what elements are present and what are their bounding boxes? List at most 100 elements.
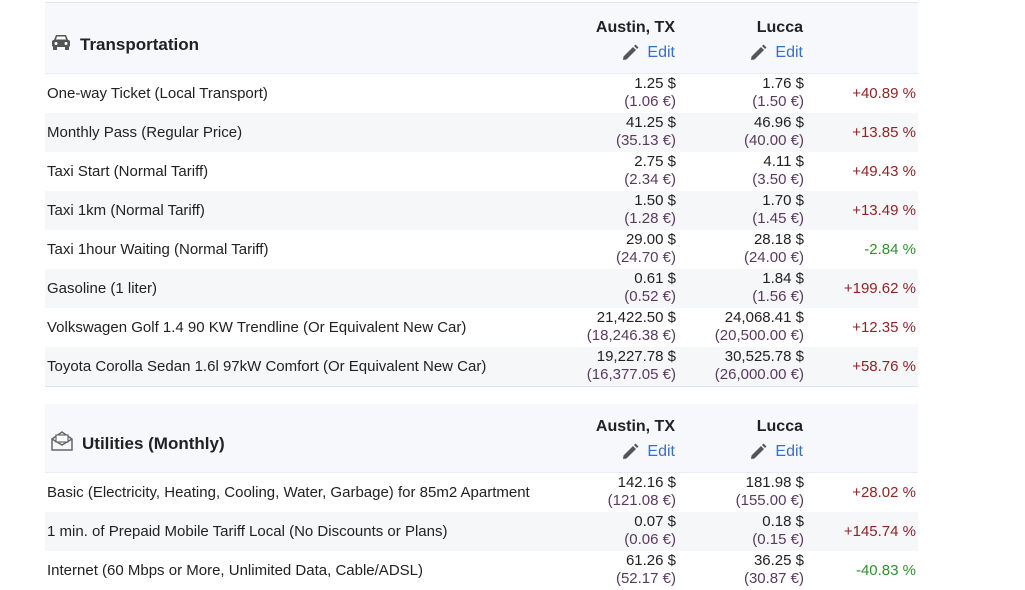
price-eur: (0.52 €): [624, 288, 676, 305]
difference-percent: +58.76 %: [852, 358, 916, 375]
price-eur: (26,000.00 €): [714, 366, 804, 383]
city2-price: 30,525.78 $ (26,000.00 €): [684, 348, 804, 384]
difference-percent: +199.62 %: [843, 280, 916, 297]
edit-city2-button[interactable]: Edit: [663, 44, 803, 62]
city2-price: 24,068.41 $ (20,500.00 €): [684, 309, 804, 345]
city1-price: 1.25 $ (1.06 €): [556, 75, 676, 111]
price-usd: 1.84 $: [762, 270, 804, 287]
pencil-icon: [621, 443, 639, 461]
item-label: Monthly Pass (Regular Price): [47, 124, 243, 141]
table-row: Gasoline (1 liter) 0.61 $ (0.52 €) 1.84 $ (1…: [45, 269, 918, 308]
edit-city2-button[interactable]: Edit: [663, 443, 803, 461]
section-transportation: Transportation Austin, TX Lucca Edit Edi…: [45, 3, 918, 386]
price-eur: (16,377.05 €): [586, 366, 676, 383]
table-row: Volkswagen Golf 1.4 90 KW Trendline (Or …: [45, 308, 918, 347]
price-usd: 1.76 $: [762, 75, 804, 92]
price-usd: 21,422.50 $: [596, 309, 676, 326]
section-title: Utilities (Monthly): [50, 430, 225, 457]
table-row: Toyota Corolla Sedan 1.6l 97kW Comfort (…: [45, 347, 918, 386]
item-label: Toyota Corolla Sedan 1.6l 97kW Comfort (…: [47, 358, 487, 375]
city2-price: 0.18 $ (0.15 €): [684, 513, 804, 549]
price-usd: 30,525.78 $: [724, 348, 804, 365]
table-row: Internet (60 Mbps or More, Unlimited Dat…: [45, 551, 918, 590]
price-usd: 4.11 $: [763, 153, 804, 170]
city2-price: 181.98 $ (155.00 €): [684, 474, 804, 510]
price-eur: (52.17 €): [615, 570, 676, 587]
section-title: Transportation: [50, 33, 199, 56]
difference-percent: +49.43 %: [852, 163, 916, 180]
table-row: Taxi Start (Normal Tariff) 2.75 $ (2.34 €)…: [45, 152, 918, 191]
price-eur: (1.45 €): [752, 210, 804, 227]
section-header: Transportation Austin, TX Lucca Edit Edi…: [45, 3, 918, 74]
city1-price: 0.07 $ (0.06 €): [556, 513, 676, 549]
price-eur: (1.50 €): [752, 93, 804, 110]
section-rows: Basic (Electricity, Heating, Cooling, Wa…: [45, 473, 918, 590]
city2-price: 1.84 $ (1.56 €): [684, 270, 804, 306]
price-eur: (1.28 €): [624, 210, 676, 227]
price-usd: 36.25 $: [753, 552, 804, 569]
section-title-text: Utilities (Monthly): [82, 433, 225, 453]
edit-city1-button[interactable]: Edit: [535, 44, 675, 62]
pencil-icon: [749, 44, 767, 62]
city1-price: 21,422.50 $ (18,246.38 €): [556, 309, 676, 345]
price-usd: 61.26 $: [625, 552, 676, 569]
item-label: Taxi 1km (Normal Tariff): [47, 202, 205, 219]
price-eur: (18,246.38 €): [586, 327, 676, 344]
item-label: Taxi Start (Normal Tariff): [47, 163, 209, 180]
item-label: Taxi 1hour Waiting (Normal Tariff): [47, 241, 269, 258]
price-usd: 181.98 $: [745, 474, 804, 491]
price-usd: 0.07 $: [634, 513, 676, 530]
price-usd: 46.96 $: [753, 114, 804, 131]
city1-price: 29.00 $ (24.70 €): [556, 231, 676, 267]
city1-price: 61.26 $ (52.17 €): [556, 552, 676, 588]
price-usd: 1.25 $: [634, 75, 676, 92]
city1-header: Austin, TX: [595, 19, 675, 36]
city1-price: 2.75 $ (2.34 €): [556, 153, 676, 189]
envelope-icon: [50, 430, 82, 457]
price-usd: 1.50 $: [634, 192, 676, 209]
comparison-table: Transportation Austin, TX Lucca Edit Edi…: [45, 2, 918, 590]
table-row: 1 min. of Prepaid Mobile Tariff Local (N…: [45, 512, 918, 551]
city1-price: 1.50 $ (1.28 €): [556, 192, 676, 228]
section-rows: One-way Ticket (Local Transport) 1.25 $ (1…: [45, 74, 918, 386]
price-usd: 0.18 $: [762, 513, 804, 530]
difference-percent: +145.74 %: [843, 523, 916, 540]
item-label: One-way Ticket (Local Transport): [47, 85, 268, 102]
city1-price: 19,227.78 $ (16,377.05 €): [556, 348, 676, 384]
difference-percent: +12.35 %: [852, 319, 916, 336]
item-label: Internet (60 Mbps or More, Unlimited Dat…: [47, 562, 423, 579]
edit-city1-button[interactable]: Edit: [535, 443, 675, 461]
price-usd: 41.25 $: [625, 114, 676, 131]
city1-header: Austin, TX: [595, 418, 675, 435]
table-row: Monthly Pass (Regular Price) 41.25 $ (35.1…: [45, 113, 918, 152]
city2-price: 1.76 $ (1.50 €): [684, 75, 804, 111]
city2-header: Lucca: [756, 19, 803, 36]
price-eur: (20,500.00 €): [714, 327, 804, 344]
city2-price: 36.25 $ (30.87 €): [684, 552, 804, 588]
price-eur: (0.15 €): [752, 531, 804, 548]
table-row: One-way Ticket (Local Transport) 1.25 $ (1…: [45, 74, 918, 113]
price-usd: 19,227.78 $: [596, 348, 676, 365]
price-eur: (30.87 €): [743, 570, 804, 587]
price-usd: 1.70 $: [762, 192, 804, 209]
price-usd: 24,068.41 $: [724, 309, 804, 326]
edit-label: Edit: [775, 44, 803, 61]
item-label: 1 min. of Prepaid Mobile Tariff Local (N…: [47, 523, 448, 540]
price-eur: (1.56 €): [752, 288, 804, 305]
difference-percent: +28.02 %: [852, 484, 916, 501]
city1-price: 41.25 $ (35.13 €): [556, 114, 676, 150]
car-icon: [50, 33, 80, 56]
difference-percent: +13.49 %: [852, 202, 916, 219]
price-usd: 0.61 $: [634, 270, 676, 287]
city2-header: Lucca: [756, 418, 803, 435]
city1-price: 0.61 $ (0.52 €): [556, 270, 676, 306]
difference-percent: +13.85 %: [852, 124, 916, 141]
item-label: Basic (Electricity, Heating, Cooling, Wa…: [47, 484, 530, 501]
difference-percent: -2.84 %: [864, 241, 916, 258]
price-usd: 2.75 $: [634, 153, 676, 170]
price-eur: (24.00 €): [743, 249, 804, 266]
city2-price: 28.18 $ (24.00 €): [684, 231, 804, 267]
price-eur: (40.00 €): [743, 132, 804, 149]
section-gap: [45, 387, 918, 404]
pencil-icon: [621, 44, 639, 62]
